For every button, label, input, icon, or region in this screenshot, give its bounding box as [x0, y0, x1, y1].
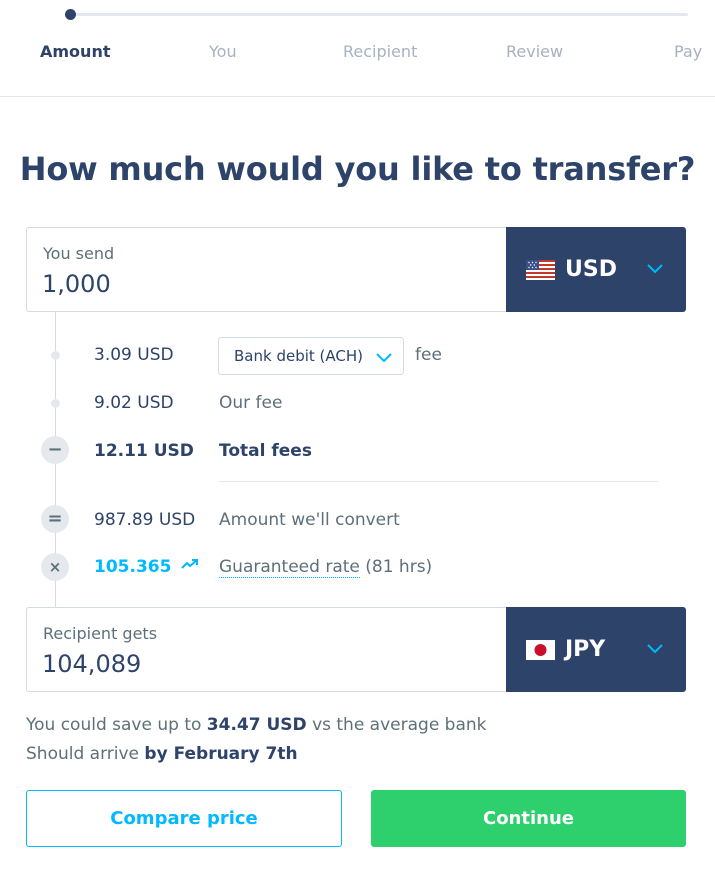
send-amount-input[interactable]: 1,000: [42, 270, 111, 298]
our-fee-label: Our fee: [219, 393, 283, 413]
savings-prefix: You could save up to: [26, 715, 202, 735]
chevron-down-icon: [647, 644, 663, 654]
savings-amount: 34.47 USD: [206, 715, 307, 735]
guaranteed-rate-link[interactable]: Guaranteed rate: [219, 557, 360, 578]
step-amount: Amount: [40, 42, 111, 61]
receive-amount-input[interactable]: 104,089: [42, 650, 141, 678]
convert-amount: 987.89 USD: [94, 510, 196, 530]
send-currency-code: USD: [565, 257, 617, 282]
step-pay: Pay: [674, 42, 703, 61]
exchange-rate-value: 105.365: [94, 557, 172, 577]
receive-amount-field[interactable]: Recipient gets 104,089: [26, 607, 506, 692]
payment-fee-amount: 3.09 USD: [94, 345, 174, 365]
exchange-rate: 105.365: [94, 557, 199, 577]
jp-flag-icon: [526, 640, 555, 660]
receive-currency-select[interactable]: JPY: [506, 607, 686, 692]
minus-icon: −: [41, 436, 69, 464]
chevron-down-icon: [647, 264, 663, 274]
continue-button[interactable]: Continue: [371, 790, 686, 847]
arrival-prefix: Should arrive: [26, 744, 139, 764]
fee-suffix: fee: [415, 345, 442, 365]
savings-suffix: vs the average bank: [312, 715, 487, 735]
payment-method-select[interactable]: Bank debit (ACH): [218, 337, 404, 375]
total-fees-label: Total fees: [219, 441, 312, 461]
send-currency-select[interactable]: USD: [506, 227, 686, 312]
step-you: You: [209, 42, 237, 61]
arrival-date: by February 7th: [144, 744, 298, 764]
payment-method-value: Bank debit (ACH): [234, 347, 363, 365]
our-fee-amount: 9.02 USD: [94, 393, 174, 413]
progress-current-dot: [65, 9, 76, 20]
arrival-note: Should arrive by February 7th: [26, 744, 298, 764]
breakdown-divider: [218, 481, 658, 482]
multiply-icon: ×: [41, 553, 69, 581]
send-amount-field[interactable]: You send 1,000: [26, 227, 506, 312]
progress-stepper: Amount You Recipient Review Pay: [0, 0, 715, 97]
page-title: How much would you like to transfer?: [19, 150, 696, 188]
progress-track: [70, 13, 688, 16]
guaranteed-rate-row: Guaranteed rate (81 hrs): [219, 557, 433, 578]
compare-price-button[interactable]: Compare price: [26, 790, 342, 847]
us-flag-icon: [526, 260, 555, 280]
timeline-dot: [51, 399, 60, 408]
step-review: Review: [506, 42, 564, 61]
receive-label: Recipient gets: [43, 624, 158, 643]
step-recipient: Recipient: [343, 42, 418, 61]
total-fees-amount: 12.11 USD: [94, 441, 194, 461]
send-label: You send: [43, 244, 115, 263]
equals-icon: =: [41, 505, 69, 533]
savings-note: You could save up to 34.47 USD vs the av…: [26, 715, 487, 735]
rate-duration: (81 hrs): [365, 557, 433, 577]
trend-up-icon: [181, 559, 198, 569]
timeline-dot: [51, 351, 60, 360]
chevron-down-icon: [376, 353, 392, 363]
convert-label: Amount we'll convert: [219, 510, 400, 530]
receive-currency-code: JPY: [565, 637, 606, 662]
